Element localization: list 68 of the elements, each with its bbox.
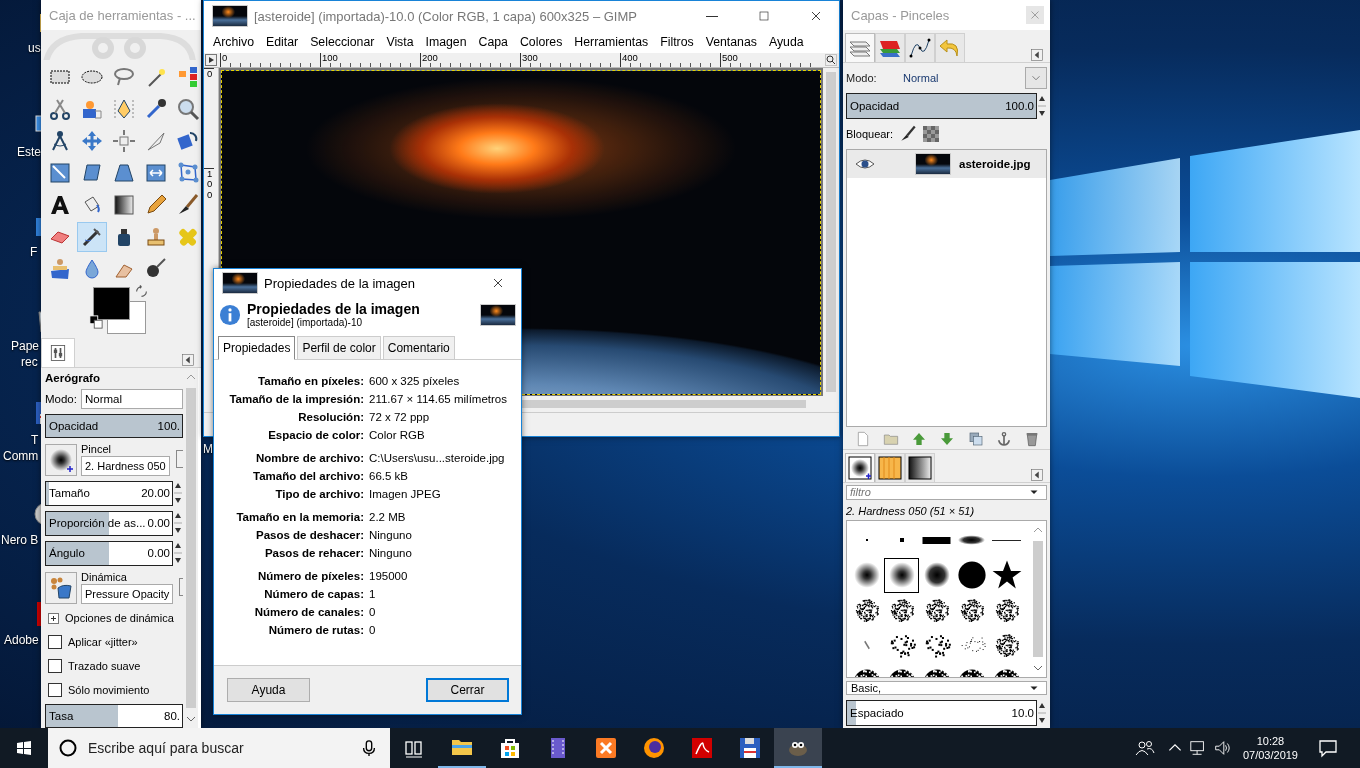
slider-value: 80.	[164, 710, 180, 723]
window-title: [asteroide] (importada)-10.0 (Color RGB, 1 capa) 600x325 – GIMP	[254, 8, 638, 24]
slider-label: Opacidad	[49, 419, 99, 432]
property-label: Resolución:	[297, 410, 364, 424]
property-label: Pasos de rehacer:	[263, 546, 364, 560]
property-label: Nombre de archivo:	[255, 451, 364, 465]
ruler-label: 200	[420, 53, 520, 67]
checkbox-label: Aplicar «jitter»	[68, 636, 138, 649]
preset-label: Pincel	[81, 442, 112, 455]
property-label: Número de canales:	[253, 605, 364, 619]
slider-label: Ángulo	[49, 547, 85, 560]
slider-label: Tasa	[49, 710, 74, 723]
property-value: 1	[369, 587, 377, 601]
window-title: Capas - Pinceles	[851, 7, 951, 23]
preset-label: Dinámica	[81, 570, 128, 583]
property-label: Tamaño del archivo:	[252, 469, 364, 483]
ruler-label: 100	[320, 53, 420, 67]
layer-name: asteroide.jpg	[959, 158, 1031, 170]
property-value: Imagen JPEG	[369, 487, 442, 501]
property-value: Ninguno	[369, 546, 413, 560]
property-label: Tamaño de la impresión:	[228, 392, 364, 406]
property-value: 211.67 × 114.65 milímetros	[369, 392, 508, 406]
slider-value: 100.0	[1005, 100, 1034, 112]
slider-label: Opacidad	[850, 100, 900, 112]
window-title: Caja de herramientas - ...	[49, 7, 196, 23]
ruler-label: 0	[220, 53, 320, 67]
property-value: Ninguno	[369, 528, 413, 542]
slider-value: 100.	[157, 419, 180, 432]
slider-label: Tamaño	[49, 487, 90, 500]
lock-label: Bloquear:	[846, 128, 894, 140]
property-label: Pasos de deshacer:	[254, 528, 364, 542]
property-label: Tamaño en píxeles:	[257, 374, 364, 388]
property-value: 72 x 72 ppp	[369, 410, 431, 424]
slider-value: 10.0	[1011, 707, 1034, 719]
slider-value: 0.00	[147, 517, 170, 530]
property-label: Tipo de archivo:	[274, 487, 364, 501]
ruler-label: 0	[204, 68, 214, 168]
property-value: 66.5 kB	[369, 469, 409, 483]
ruler-label: 500	[720, 53, 820, 67]
window-title: Propiedades de la imagen	[264, 275, 417, 291]
property-value: 0	[369, 605, 377, 619]
slider-value: 20.00	[141, 487, 170, 500]
property-value: 195000	[369, 569, 409, 583]
property-label: Número de capas:	[263, 587, 364, 601]
checkbox-label: Trazado suave	[68, 659, 141, 672]
property-value: 0	[369, 623, 377, 637]
tag-value: Basic,	[851, 681, 881, 694]
dialog-heading: Propiedades de la imagen	[247, 301, 421, 317]
property-value: 2.2 MB	[369, 510, 407, 524]
property-label: Número de píxeles:	[256, 569, 364, 583]
property-value: C:\Users\usu...steroide.jpg	[369, 451, 506, 465]
checkbox-label: Sólo movimiento	[68, 683, 150, 696]
property-value: Color RGB	[369, 428, 426, 442]
slider-value: 0.00	[147, 547, 170, 560]
property-label: Tamaño en la memoria:	[235, 510, 364, 524]
field-label: Modo:	[846, 72, 878, 84]
ruler-label: 400	[620, 53, 720, 67]
tool-name: Aerógrafo	[45, 372, 101, 384]
brush-name: 2. Hardness 050 (51 × 51)	[845, 503, 976, 519]
ruler-label: 100	[204, 168, 214, 268]
property-label: Espacio de color:	[267, 428, 364, 442]
property-value: 600 x 325 píxeles	[369, 374, 461, 388]
slider-label: Espaciado	[850, 707, 904, 719]
property-label: Número de rutas:	[267, 623, 364, 637]
slider-label: Proporción de as...	[49, 517, 146, 530]
dialog-subheading: [asteroide] (importada)-10	[247, 317, 364, 328]
field-label: Modo:	[45, 393, 77, 405]
ruler-label: 300	[520, 53, 620, 67]
